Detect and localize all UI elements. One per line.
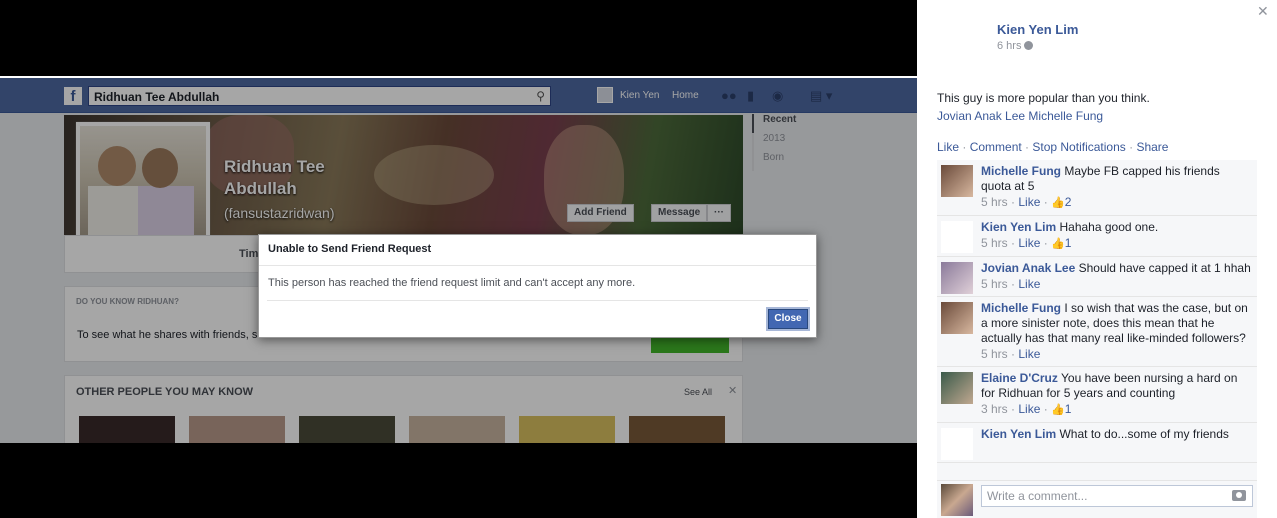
dialog-divider (267, 300, 808, 301)
avatar[interactable] (941, 302, 973, 334)
comment-like-link[interactable]: Like (1018, 195, 1040, 209)
comment-input[interactable]: Write a comment... (981, 485, 1253, 507)
comment-time[interactable]: 5 hrs (981, 277, 1008, 291)
tagged-people[interactable]: Jovian Anak Lee Michelle Fung (937, 109, 1103, 123)
avatar[interactable] (941, 372, 973, 404)
avatar[interactable] (941, 262, 973, 294)
close-icon[interactable]: ✕ (1257, 3, 1269, 20)
author-avatar[interactable] (937, 20, 977, 60)
thumbs-up-icon: 👍 (1051, 238, 1065, 250)
friend-request-dialog: Unable to Send Friend Request This perso… (258, 234, 817, 338)
write-comment-row: Write a comment... (937, 480, 1257, 518)
like-link[interactable]: Like (937, 140, 959, 154)
comments-list: Michelle Fung Maybe FB capped his friend… (937, 160, 1257, 480)
dialog-body: This person has reached the friend reque… (268, 277, 636, 289)
comment-author[interactable]: Elaine D'Cruz (981, 371, 1058, 385)
comment: Kien Yen Lim Hahaha good one. 5 hrs · Li… (937, 216, 1257, 257)
globe-icon (1024, 41, 1034, 50)
comment-time[interactable]: 3 hrs (981, 402, 1008, 416)
comment: Kien Yen Lim What to do...some of my fri… (937, 423, 1257, 463)
comment-like-count[interactable]: 2 (1065, 195, 1072, 209)
comment: Jovian Anak Lee Should have capped it at… (937, 257, 1257, 297)
comment-author[interactable]: Michelle Fung (981, 164, 1061, 178)
photo-viewer: f Ridhuan Tee Abdullah ⚲ Kien Yen Home ●… (0, 0, 917, 518)
comment-time[interactable]: 5 hrs (981, 236, 1008, 250)
share-link[interactable]: Share (1136, 140, 1168, 154)
avatar[interactable] (941, 428, 973, 460)
comment-time[interactable]: 5 hrs (981, 347, 1008, 361)
stop-notifications-link[interactable]: Stop Notifications (1032, 140, 1125, 154)
comment-author[interactable]: Kien Yen Lim (981, 427, 1056, 441)
thumbs-up-icon: 👍 (1051, 197, 1065, 209)
comment: Michelle Fung I so wish that was the cas… (937, 297, 1257, 367)
comment-link[interactable]: Comment (970, 140, 1022, 154)
screenshot-photo[interactable]: f Ridhuan Tee Abdullah ⚲ Kien Yen Home ●… (0, 76, 917, 443)
dialog-title: Unable to Send Friend Request (259, 235, 816, 266)
comment-author[interactable]: Kien Yen Lim (981, 220, 1056, 234)
camera-icon[interactable] (1232, 490, 1246, 501)
post-actions: Like · Comment · Stop Notifications · Sh… (937, 140, 1169, 154)
comment-text: Hahaha good one. (1059, 220, 1159, 234)
avatar[interactable] (941, 165, 973, 197)
comment-author[interactable]: Jovian Anak Lee (981, 261, 1075, 275)
comment-text: Should have capped it at 1 hhah (1078, 261, 1251, 275)
comment-like-link[interactable]: Like (1018, 347, 1040, 361)
comment-like-link[interactable]: Like (1018, 236, 1040, 250)
post-time: 6 hrs (997, 40, 1022, 52)
photo-sidebar: ✕ Kien Yen Lim 6 hrs This guy is more po… (917, 0, 1277, 518)
comment-input-placeholder: Write a comment... (987, 489, 1088, 503)
dialog-close-button[interactable]: Close (768, 309, 808, 329)
comment-like-count[interactable]: 1 (1065, 236, 1072, 250)
comment: Elaine D'Cruz You have been nursing a ha… (937, 367, 1257, 423)
comment-like-count[interactable]: 1 (1065, 402, 1072, 416)
thumbs-up-icon: 👍 (1051, 404, 1065, 416)
comment: Michelle Fung Maybe FB capped his friend… (937, 160, 1257, 216)
comment-text: What to do...some of my friends (1059, 427, 1229, 441)
avatar[interactable] (941, 221, 973, 253)
comment-like-link[interactable]: Like (1018, 402, 1040, 416)
author-name[interactable]: Kien Yen Lim (997, 22, 1078, 37)
comment-author[interactable]: Michelle Fung (981, 301, 1061, 315)
post-text: This guy is more popular than you think. (937, 91, 1150, 105)
post-timestamp[interactable]: 6 hrs (997, 40, 1034, 52)
comment-like-link[interactable]: Like (1018, 277, 1040, 291)
comment-time[interactable]: 5 hrs (981, 195, 1008, 209)
avatar[interactable] (941, 484, 973, 516)
